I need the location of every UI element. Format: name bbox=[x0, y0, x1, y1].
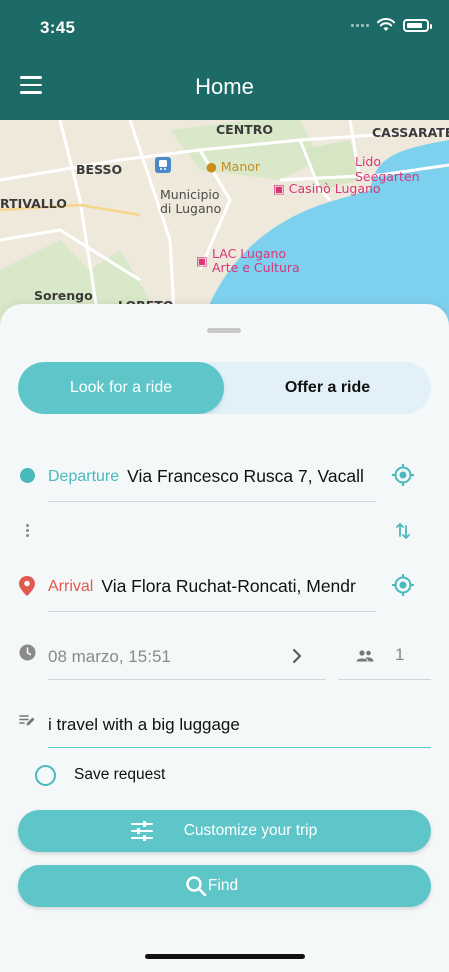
map-label-lido: Lido Seegarten bbox=[355, 154, 420, 184]
map-label-sorengo: Sorengo bbox=[34, 288, 93, 303]
find-label: Find bbox=[207, 877, 239, 894]
map-label-centro: CENTRO bbox=[216, 122, 273, 137]
status-icons bbox=[351, 18, 432, 32]
edit-note-icon bbox=[19, 715, 35, 726]
departure-dot-icon bbox=[20, 468, 35, 483]
app-header: 3:45 Home bbox=[0, 0, 449, 120]
signal-icon bbox=[351, 23, 369, 27]
save-request-label: Save request bbox=[74, 766, 166, 783]
note-value: i travel with a big luggage bbox=[48, 714, 240, 734]
map-label-lac: LAC Lugano Arte e Cultura bbox=[212, 246, 300, 275]
map-poi-casino: ▣ Casinò Lugano bbox=[273, 181, 381, 196]
page-title: Home bbox=[195, 74, 254, 99]
datetime-value: 08 marzo, 15:51 bbox=[48, 646, 171, 666]
swap-icon[interactable] bbox=[393, 521, 413, 541]
arrival-value: Via Flora Ruchat-Roncati, Mendr bbox=[101, 576, 356, 596]
home-indicator bbox=[145, 954, 305, 959]
arrival-pin-icon bbox=[19, 576, 35, 596]
customize-trip-button[interactable]: Customize your trip bbox=[18, 810, 431, 852]
trip-search-sheet: Look for a ride Offer a ride Departure V… bbox=[0, 304, 449, 972]
arrival-label: Arrival bbox=[48, 577, 94, 595]
tab-look-for-ride[interactable]: Look for a ride bbox=[18, 362, 224, 414]
map-poi-lac-icon: ▣ bbox=[196, 253, 208, 268]
find-button[interactable]: Find bbox=[18, 865, 431, 907]
tab-offer-ride[interactable]: Offer a ride bbox=[224, 362, 431, 414]
clock-icon bbox=[19, 644, 36, 661]
map-label-besso: BESSO bbox=[76, 162, 123, 177]
wifi-icon bbox=[377, 18, 395, 31]
note-input[interactable]: i travel with a big luggage bbox=[48, 702, 431, 748]
route-connector-icon bbox=[26, 524, 29, 537]
datetime-field[interactable]: 08 marzo, 15:51 bbox=[48, 634, 326, 680]
departure-label: Departure bbox=[48, 467, 120, 485]
departure-value: Via Francesco Rusca 7, Vacall bbox=[127, 466, 364, 486]
map-label-municipio: Municipio di Lugano bbox=[160, 187, 222, 216]
people-icon bbox=[356, 650, 374, 662]
map-poi-manor: ● Manor bbox=[206, 159, 261, 174]
map-view[interactable]: CENTRO CASSARATE BESSO ● Manor Lido Seeg… bbox=[0, 120, 449, 330]
battery-icon bbox=[403, 18, 432, 32]
seats-value: 1 bbox=[395, 645, 405, 664]
map-label-casino: Casinò Lugano bbox=[288, 181, 381, 196]
ride-mode-toggle: Look for a ride Offer a ride bbox=[18, 362, 431, 414]
save-request-radio[interactable] bbox=[35, 765, 56, 786]
departure-gps-icon[interactable] bbox=[391, 463, 415, 487]
map-label-trivallo: RTIVALLO bbox=[0, 196, 67, 211]
status-time: 3:45 bbox=[40, 18, 76, 37]
arrival-gps-icon[interactable] bbox=[391, 573, 415, 597]
sliders-icon bbox=[131, 821, 153, 841]
map-label-cassarate: CASSARATE bbox=[372, 125, 449, 140]
search-icon bbox=[186, 876, 207, 897]
map-label-manor: Manor bbox=[220, 159, 261, 174]
sheet-drag-handle[interactable] bbox=[207, 328, 241, 333]
customize-trip-label: Customize your trip bbox=[183, 822, 318, 839]
arrival-field[interactable]: Arrival Via Flora Ruchat-Roncati, Mendr bbox=[48, 562, 376, 612]
departure-field[interactable]: Departure Via Francesco Rusca 7, Vacall bbox=[48, 452, 376, 502]
chevron-right-icon bbox=[293, 649, 301, 663]
seats-field[interactable]: 1 bbox=[338, 634, 431, 680]
